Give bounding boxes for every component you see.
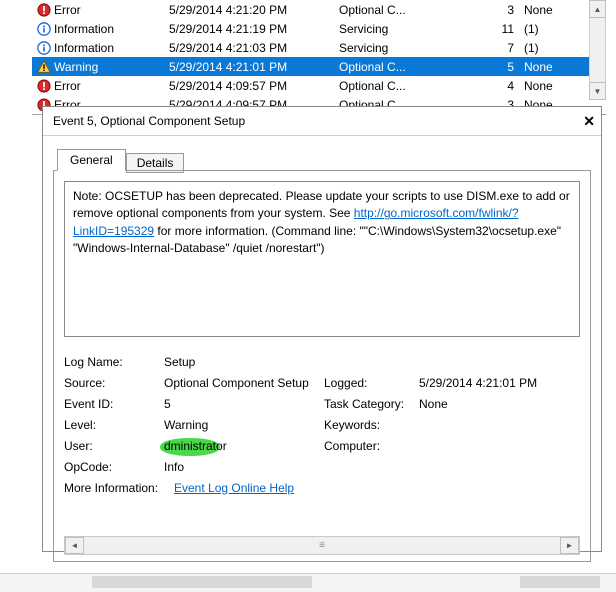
- cell-level: Error: [54, 3, 169, 17]
- info-icon: [34, 41, 54, 55]
- status-bar: [0, 573, 616, 592]
- value-opcode: Info: [164, 460, 324, 474]
- event-list-scrollbar[interactable]: ▲ ▼: [589, 0, 606, 100]
- label-moreinfo: More Information:: [64, 481, 174, 495]
- cell-source: Optional C...: [339, 79, 469, 93]
- scroll-up-button[interactable]: ▲: [589, 0, 606, 18]
- cell-id: 11: [469, 22, 524, 36]
- label-logged: Logged:: [324, 376, 419, 390]
- info-icon: [34, 22, 54, 36]
- value-source: Optional Component Setup: [164, 376, 324, 390]
- cell-level: Information: [54, 41, 169, 55]
- event-row[interactable]: Warning5/29/2014 4:21:01 PMOptional C...…: [32, 57, 606, 76]
- event-details-pane: Event 5, Optional Component Setup ✕ Gene…: [42, 106, 602, 552]
- cell-level: Error: [54, 79, 169, 93]
- label-opcode: OpCode:: [64, 460, 164, 474]
- event-row[interactable]: Information5/29/2014 4:21:03 PMServicing…: [32, 38, 606, 57]
- cell-date: 5/29/2014 4:09:57 PM: [169, 79, 339, 93]
- scroll-down-button[interactable]: ▼: [589, 82, 606, 100]
- scroll-left-button[interactable]: ◄: [65, 537, 84, 554]
- cell-level: Warning: [54, 60, 169, 74]
- cell-id: 7: [469, 41, 524, 55]
- cell-date: 5/29/2014 4:21:19 PM: [169, 22, 339, 36]
- cell-id: 3: [469, 3, 524, 17]
- event-row[interactable]: Information5/29/2014 4:21:19 PMServicing…: [32, 19, 606, 38]
- event-message: Note: OCSETUP has been deprecated. Pleas…: [64, 181, 580, 337]
- close-icon[interactable]: ✕: [583, 113, 595, 130]
- label-source: Source:: [64, 376, 164, 390]
- scroll-track[interactable]: ≡: [84, 537, 560, 554]
- value-logname: Setup: [164, 355, 324, 369]
- warn-icon: [34, 60, 54, 74]
- pane-header: Event 5, Optional Component Setup ✕: [43, 107, 601, 136]
- event-viewer-window: Error5/29/2014 4:21:20 PMOptional C...3N…: [0, 0, 616, 592]
- event-list: Error5/29/2014 4:21:20 PMOptional C...3N…: [32, 0, 606, 115]
- label-taskcat: Task Category:: [324, 397, 419, 411]
- event-fields: Log Name: Setup Source: Optional Compone…: [64, 351, 580, 498]
- tab-general[interactable]: General: [57, 149, 126, 171]
- scroll-grip-icon: ≡: [319, 540, 325, 551]
- cell-id: 4: [469, 79, 524, 93]
- label-eventid: Event ID:: [64, 397, 164, 411]
- event-row[interactable]: Error5/29/2014 4:21:20 PMOptional C...3N…: [32, 0, 606, 19]
- link-moreinfo[interactable]: Event Log Online Help: [174, 481, 294, 495]
- pane-title: Event 5, Optional Component Setup: [53, 114, 245, 128]
- cell-source: Optional C...: [339, 3, 469, 17]
- cell-source: Servicing: [339, 41, 469, 55]
- cell-source: Servicing: [339, 22, 469, 36]
- scroll-right-button[interactable]: ►: [560, 537, 579, 554]
- horizontal-scrollbar[interactable]: ◄ ≡ ►: [64, 536, 580, 555]
- tab-body: Note: OCSETUP has been deprecated. Pleas…: [53, 170, 591, 562]
- value-logged: 5/29/2014 4:21:01 PM: [419, 376, 580, 390]
- event-row[interactable]: Error5/29/2014 4:09:57 PMOptional C...4N…: [32, 76, 606, 95]
- label-computer: Computer:: [324, 439, 419, 453]
- error-icon: [34, 3, 54, 17]
- value-eventid: 5: [164, 397, 324, 411]
- cell-date: 5/29/2014 4:21:20 PM: [169, 3, 339, 17]
- tab-strip: General Details: [57, 146, 601, 170]
- cell-level: Information: [54, 22, 169, 36]
- cell-source: Optional C...: [339, 60, 469, 74]
- value-level: Warning: [164, 418, 324, 432]
- label-keywords: Keywords:: [324, 418, 419, 432]
- error-icon: [34, 79, 54, 93]
- label-level: Level:: [64, 418, 164, 432]
- value-user: dministrator: [164, 439, 324, 453]
- label-user: User:: [64, 439, 164, 453]
- cell-id: 5: [469, 60, 524, 74]
- label-logname: Log Name:: [64, 355, 164, 369]
- cell-date: 5/29/2014 4:21:03 PM: [169, 41, 339, 55]
- cell-date: 5/29/2014 4:21:01 PM: [169, 60, 339, 74]
- value-taskcat: None: [419, 397, 580, 411]
